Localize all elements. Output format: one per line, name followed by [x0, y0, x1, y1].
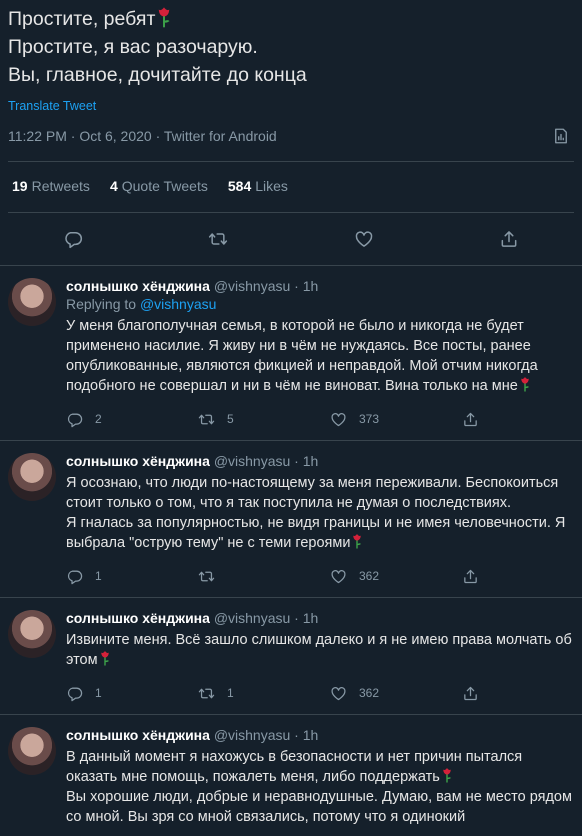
replying-handle[interactable]: @vishnyasu [140, 296, 216, 312]
reply-icon[interactable] [66, 685, 83, 702]
reply-tweet[interactable]: солнышко хёнджина @vishnyasu · 1h В данн… [0, 715, 582, 827]
author-handle[interactable]: @vishnyasu [214, 278, 290, 294]
main-tweet-text: Простите, ребят Простите, я вас разочару… [8, 0, 574, 89]
analytics-icon[interactable] [552, 127, 570, 145]
retweet-icon[interactable] [198, 411, 215, 428]
author-handle[interactable]: @vishnyasu [214, 727, 290, 743]
tweet-body: В данный момент я нахожусь в безопасност… [66, 749, 572, 825]
tweet-time[interactable]: · 1h [294, 453, 318, 469]
author-name[interactable]: солнышко хёнджина [66, 610, 210, 626]
like-icon[interactable] [330, 685, 347, 702]
likes-stat[interactable]: 584 Likes [228, 178, 288, 194]
tweet-body: Извините меня. Всё зашло слишком далеко … [66, 632, 572, 668]
tweet-stats: 19 Retweets 4 Quote Tweets 584 Likes [0, 162, 582, 212]
retweet-icon[interactable] [208, 229, 228, 249]
tweet-body-continued: Вы хорошие люди, добрые и неравнодушные.… [66, 789, 572, 825]
share-button[interactable] [462, 411, 491, 428]
like-icon[interactable] [330, 411, 347, 428]
retweet-icon[interactable] [198, 568, 215, 585]
tweet-time[interactable]: · 1h [294, 278, 318, 294]
reply-icon[interactable] [66, 568, 83, 585]
tweet-body: У меня благополучная семья, в которой не… [66, 318, 538, 394]
like-button[interactable]: 362 [330, 685, 462, 702]
replying-to: Replying to @vishnyasu [66, 296, 217, 312]
main-tweet-actions [0, 213, 582, 265]
share-button[interactable] [462, 685, 491, 702]
share-icon[interactable] [462, 685, 479, 702]
reply-tweet[interactable]: солнышко хёнджина @vishnyasu · 1h Я осоз… [0, 441, 582, 587]
like-icon[interactable] [330, 568, 347, 585]
retweet-button[interactable]: 5 [198, 411, 330, 428]
share-button[interactable] [462, 568, 491, 585]
author-handle[interactable]: @vishnyasu [214, 453, 290, 469]
tweet-timestamp[interactable]: 11:22 PM · Oct 6, 2020 · Twitter for And… [8, 128, 277, 144]
reply-icon[interactable] [66, 411, 83, 428]
reply-button[interactable]: 2 [66, 411, 198, 428]
main-tweet-line-2: Простите, я вас разочарую. [8, 36, 258, 58]
author-handle[interactable]: @vishnyasu [214, 610, 290, 626]
quote-tweets-stat[interactable]: 4 Quote Tweets [110, 178, 208, 194]
main-tweet-line-3: Вы, главное, дочитайте до конца [8, 64, 307, 86]
reply-button[interactable]: 1 [66, 685, 198, 702]
reply-icon[interactable] [63, 229, 83, 249]
reply-button[interactable]: 1 [66, 568, 198, 585]
rose-emoji [520, 376, 530, 392]
reply-tweet[interactable]: солнышко хёнджина @vishnyasu · 1h Извини… [0, 598, 582, 704]
reply-actions: 1 1 362 [66, 682, 572, 704]
avatar[interactable] [8, 610, 56, 658]
avatar[interactable] [8, 278, 56, 326]
tweet-body: Я осознаю, что люди по-настоящему за мен… [66, 475, 566, 551]
reply-tweet[interactable]: солнышко хёнджина @vishnyasu · 1h Replyi… [0, 266, 582, 430]
rose-emoji [100, 650, 110, 666]
author-name[interactable]: солнышко хёнджина [66, 727, 210, 743]
author-name[interactable]: солнышко хёнджина [66, 278, 210, 294]
translate-tweet-link[interactable]: Translate Tweet [8, 99, 574, 113]
share-icon[interactable] [462, 568, 479, 585]
tweet-time[interactable]: · 1h [294, 727, 318, 743]
author-name[interactable]: солнышко хёнджина [66, 453, 210, 469]
retweets-stat[interactable]: 19 Retweets [12, 178, 90, 194]
rose-emoji [157, 6, 171, 28]
retweet-button[interactable] [198, 568, 330, 585]
rose-emoji [352, 533, 362, 549]
retweet-icon[interactable] [198, 685, 215, 702]
reply-actions: 1 362 [66, 565, 572, 587]
share-icon[interactable] [462, 411, 479, 428]
main-tweet: Простите, ребят Простите, я вас разочару… [0, 0, 582, 145]
like-icon[interactable] [354, 229, 374, 249]
reply-actions: 2 5 373 [66, 408, 572, 430]
avatar[interactable] [8, 727, 56, 775]
like-button[interactable]: 373 [330, 411, 462, 428]
avatar[interactable] [8, 453, 56, 501]
rose-emoji [442, 767, 452, 783]
retweet-button[interactable]: 1 [198, 685, 330, 702]
share-icon[interactable] [499, 229, 519, 249]
like-button[interactable]: 362 [330, 568, 462, 585]
main-tweet-line-1: Простите, ребят [8, 8, 156, 30]
tweet-time[interactable]: · 1h [294, 610, 318, 626]
